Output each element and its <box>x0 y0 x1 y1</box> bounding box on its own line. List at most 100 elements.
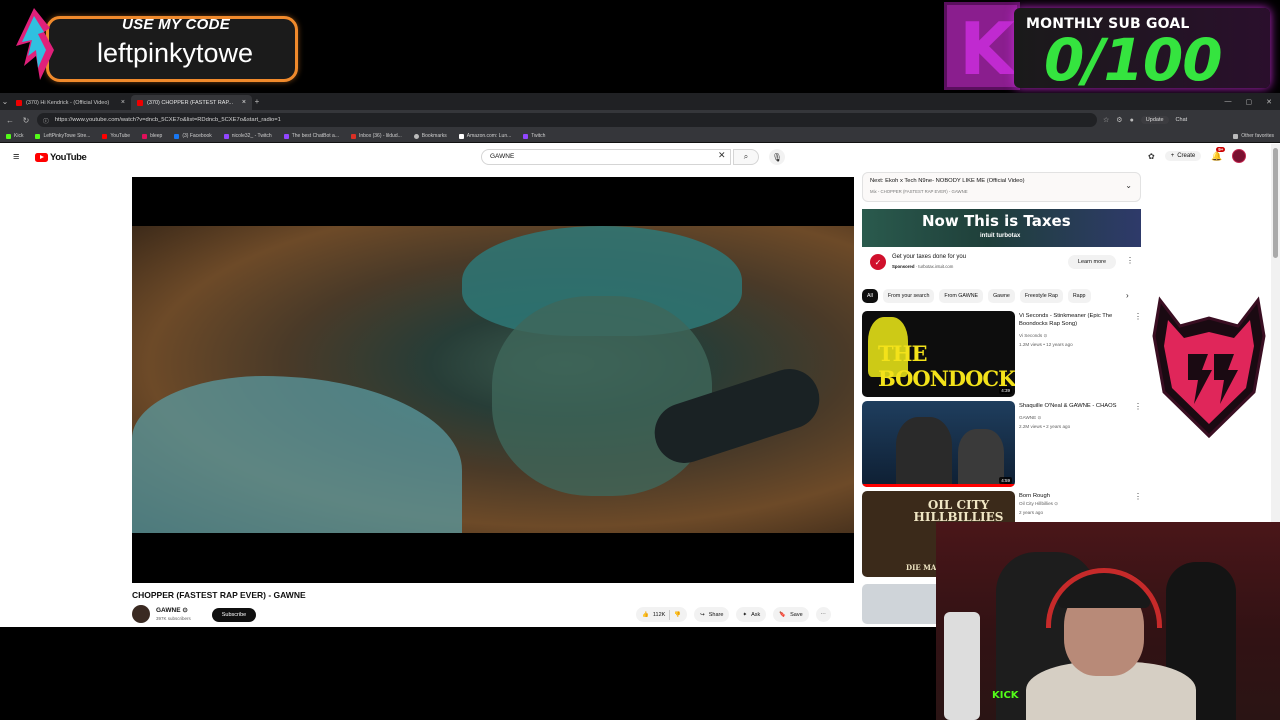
ask-button[interactable]: ✦ Ask <box>736 607 767 622</box>
minimize-icon[interactable]: — <box>1225 98 1232 106</box>
close-icon[interactable]: × <box>121 99 125 106</box>
recommendation-title[interactable]: Shaquille O'Neal & GAWNE - CHAOS <box>1019 403 1131 411</box>
bookmark-kick[interactable]: Kick <box>6 133 23 139</box>
extension-icon[interactable]: ✿ <box>1148 152 1155 161</box>
account-avatar[interactable] <box>1232 149 1247 163</box>
video-thumbnail[interactable]: THE BOONDOCKS 4:39 <box>862 311 1015 397</box>
more-horizontal-icon: ⋯ <box>820 611 826 618</box>
copilot-chat-button[interactable]: Chat <box>1176 117 1188 123</box>
globe-icon <box>413 133 419 139</box>
tab-search-icon[interactable]: ⌄ <box>0 97 10 106</box>
youtube-logo-text: YouTube <box>50 152 87 163</box>
bookmark-facebook[interactable]: (3) Facebook <box>174 133 212 139</box>
tab-kendrick[interactable]: (370) Hi Kendrick - (Official Video) × <box>10 95 131 110</box>
bookmark-chatbot[interactable]: The best ChatBot a... <box>283 133 339 139</box>
recommendation-item[interactable]: 4:59 Shaquille O'Neal & GAWNE - CHAOS GA… <box>862 401 1142 487</box>
maximize-icon[interactable]: ▢ <box>1246 98 1253 106</box>
chip-freestyle-rap[interactable]: Freestyle Rap <box>1019 289 1063 303</box>
bookmark-twitch[interactable]: Twitch <box>523 133 545 139</box>
save-button[interactable]: 🔖 Save <box>773 607 809 622</box>
more-vertical-icon[interactable]: ⋮ <box>1134 402 1142 411</box>
bookmark-twitch-nicole[interactable]: nicole32_ - Twitch <box>223 133 272 139</box>
more-vertical-icon[interactable]: ⋮ <box>1134 312 1142 321</box>
bookmark-bookmarks[interactable]: Bookmarks <box>413 133 447 139</box>
bookmark-youtube[interactable]: YouTube <box>102 133 130 139</box>
bookmark-label: nicole32_ - Twitch <box>231 133 272 139</box>
create-button[interactable]: + Create <box>1164 151 1202 161</box>
hamburger-menu-icon[interactable]: ≡ <box>13 151 19 163</box>
chip-all[interactable]: All <box>862 289 878 303</box>
recommendation-title[interactable]: Vi Seconds - Stinkmeaner (Epic The Boond… <box>1019 313 1131 329</box>
chevron-right-icon[interactable]: › <box>1126 291 1129 300</box>
like-count[interactable]: 112K <box>653 612 665 618</box>
notifications-button[interactable]: 🔔 9+ <box>1211 146 1226 162</box>
search-icon: ⌕ <box>743 152 749 161</box>
update-button[interactable]: Update <box>1140 116 1169 124</box>
clear-search-icon[interactable]: ✕ <box>718 150 726 161</box>
video-actions: 👍 112K 👎 ↪ Share ✦ Ask 🔖 Save ⋯ <box>636 607 831 622</box>
reload-icon[interactable]: ↻ <box>21 116 31 125</box>
bookmark-label: YouTube <box>110 133 131 139</box>
header-actions: ✿ + Create 🔔 9+ <box>1148 146 1247 163</box>
search-button[interactable]: ⌕ <box>733 149 759 165</box>
recommendation-channel[interactable]: Oil City Hillbillies ⊙ <box>1019 501 1058 507</box>
next-subtitle: Mix - CHOPPER (FASTEST RAP EVER) - GAWNE <box>870 189 968 194</box>
subscribe-button[interactable]: Subscribe <box>212 608 256 622</box>
favorite-star-icon[interactable]: ☆ <box>1103 116 1109 124</box>
more-actions-button[interactable]: ⋯ <box>815 607 831 622</box>
chip-from-gawne[interactable]: From GAWNE <box>939 289 984 303</box>
back-icon[interactable]: ← <box>5 116 15 125</box>
more-vertical-icon[interactable]: ⋮ <box>1134 492 1142 501</box>
close-icon[interactable]: × <box>242 99 246 106</box>
next-up-card[interactable]: Next: Ekoh x Tech N9ne- NOBODY LIKE ME (… <box>862 172 1141 202</box>
chevron-down-icon[interactable]: ⌄ <box>1125 181 1132 190</box>
tab-chopper[interactable]: (370) CHOPPER (FASTEST RAP... × <box>131 95 252 110</box>
chip-gawne[interactable]: Gawne <box>988 289 1015 303</box>
stream-screen: USE MY CODE leftpinkytowe K MONTHLY SUB … <box>0 0 1280 720</box>
new-tab-icon[interactable]: + <box>252 97 262 106</box>
bookmark-inbox[interactable]: Inbox (36) - lildud... <box>350 133 402 139</box>
create-label: Create <box>1177 153 1196 159</box>
address-bar[interactable]: ⓘ https://www.youtube.com/watch?v=dncb_5… <box>37 113 1097 127</box>
chip-rapp[interactable]: Rapp <box>1067 289 1091 303</box>
video-player[interactable] <box>132 177 854 583</box>
learn-more-button[interactable]: Learn more <box>1068 255 1116 269</box>
other-favorites[interactable]: Other favorites <box>1233 133 1274 139</box>
toolbar-actions: ☆ ⚙ ● Update Chat <box>1103 116 1187 124</box>
notification-badge: 9+ <box>1216 146 1226 152</box>
channel-avatar[interactable] <box>132 605 150 623</box>
recommendation-channel[interactable]: Vi Seconds ⊙ <box>1019 333 1047 339</box>
more-vertical-icon[interactable]: ⋮ <box>1126 256 1134 265</box>
site-info-icon[interactable]: ⓘ <box>43 116 49 125</box>
code-title: USE MY CODE <box>121 16 231 33</box>
bookmark-bleep[interactable]: bleep <box>142 133 162 139</box>
ad-banner[interactable]: Now This is Taxes intuit turbotax <box>862 209 1141 247</box>
bookmark-leftpinkytowe[interactable]: LeftPinkyTowe Stre... <box>35 133 90 139</box>
channel-name[interactable]: GAWNE ⊙ <box>156 606 188 614</box>
bookmark-favicon-icon <box>458 133 464 139</box>
recommendation-item[interactable]: THE BOONDOCKS 4:39 Vi Seconds - Stinkmea… <box>862 311 1142 397</box>
video-thumbnail[interactable]: 4:59 <box>862 401 1015 487</box>
url-text: https://www.youtube.com/watch?v=dncb_5CX… <box>54 117 281 123</box>
extensions-icon[interactable]: ⚙ <box>1116 116 1122 124</box>
voice-search-button[interactable]: 🎙 <box>769 149 785 165</box>
bookmark-amazon[interactable]: Amazon.com: Lun... <box>458 133 511 139</box>
next-title: Next: Ekoh x Tech N9ne- NOBODY LIKE ME (… <box>870 178 1025 184</box>
filter-chips: All From your search From GAWNE Gawne Fr… <box>862 289 1141 303</box>
chip-from-search[interactable]: From your search <box>882 289 935 303</box>
scrollbar-thumb[interactable] <box>1273 148 1278 258</box>
close-window-icon[interactable]: ✕ <box>1266 98 1272 106</box>
dislike-icon[interactable]: 👎 <box>674 612 681 618</box>
channel-logo-icon <box>16 8 54 80</box>
recommendation-meta: 1.2M views • 12 years ago <box>1019 342 1073 347</box>
bookmark-favicon-icon <box>102 133 108 139</box>
share-button[interactable]: ↪ Share <box>694 607 730 622</box>
profile-icon[interactable]: ● <box>1130 117 1134 124</box>
recommendation-title[interactable]: Born Rough <box>1019 493 1131 501</box>
verified-icon: ⊙ <box>1054 501 1059 506</box>
youtube-logo[interactable]: YouTube <box>35 152 87 163</box>
like-icon[interactable]: 👍 <box>642 612 649 618</box>
search-input[interactable]: GAWNE <box>481 149 731 165</box>
subscriber-count: 397K subscribers <box>156 616 191 621</box>
recommendation-channel[interactable]: GAWNE ⊙ <box>1019 415 1041 421</box>
